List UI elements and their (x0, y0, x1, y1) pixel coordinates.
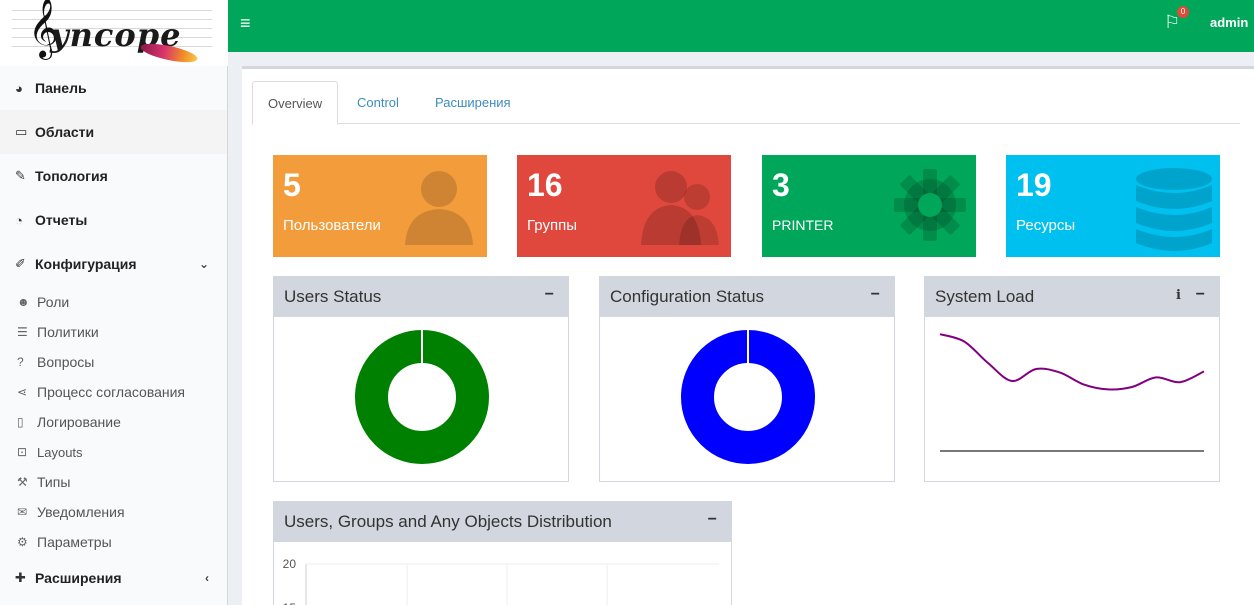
stat-label: Группы (527, 217, 577, 234)
database-icon (1136, 168, 1212, 251)
puzzle-icon: ✚ (15, 570, 26, 585)
folder-icon: ▭ (15, 124, 28, 139)
panel-title: System Load (935, 287, 1035, 306)
panel-title: Configuration Status (610, 287, 765, 306)
wrench-icon: ⚒ (17, 475, 28, 489)
stat-label: Ресурсы (1016, 217, 1076, 234)
sidebar-toggle-button[interactable]: ≡ (240, 13, 251, 34)
tab-control[interactable]: Control (342, 81, 414, 124)
file-icon: ▯ (17, 415, 24, 429)
user-menu[interactable]: admin (1210, 15, 1248, 30)
collapse-button[interactable]: − (1196, 286, 1205, 304)
sidebar-subitem-label: Процесс согласования (37, 384, 186, 400)
stat-value: 16 (527, 167, 563, 203)
sidebar-item-configuration[interactable]: ✐ Конфигурация ⌄ (0, 242, 227, 286)
sidebar-item-label: Отчеты (35, 212, 88, 228)
sidebar-item-dashboard[interactable]: ◕ Панель (0, 66, 227, 110)
sidebar-subitem-notifications[interactable]: ✉ Уведомления (0, 497, 227, 527)
users-status-panel: Users Status − (273, 276, 569, 482)
sidebar-item-reports[interactable]: ◔ Отчеты (0, 198, 227, 242)
gear-icon (894, 169, 966, 241)
stat-label: Пользователи (283, 217, 381, 234)
configuration-status-donut (681, 330, 815, 464)
sidebar-item-extensions[interactable]: ✚ Расширения ‹ (0, 556, 227, 600)
dashboard-content: Overview Control Расширения 5 Пользовате… (242, 66, 1254, 605)
sidebar-subitem-logging[interactable]: ▯ Логирование (0, 407, 227, 437)
sidebar-subitem-label: Типы (37, 474, 71, 490)
stat-value: 3 (772, 167, 790, 203)
edit-icon: ✐ (15, 256, 26, 271)
sidebar-subitem-parameters[interactable]: ⚙ Параметры (0, 527, 227, 557)
tachometer-icon: ◕ (15, 80, 23, 96)
system-load-panel: System Load i − (924, 276, 1220, 482)
syncope-logo[interactable]: 𝄞 yncope (0, 0, 228, 66)
panel-header: Configuration Status − (600, 277, 894, 317)
chevron-left-icon: ‹ (205, 571, 209, 585)
collapse-button[interactable]: − (871, 286, 880, 304)
y-tick-label: 15 (283, 601, 297, 605)
y-tick-label: 20 (283, 557, 297, 571)
sidebar-subitem-approval[interactable]: ⋖ Процесс согласования (0, 377, 227, 407)
sidebar-item-label: Топология (35, 168, 108, 184)
sidebar-item-label: Области (35, 124, 95, 140)
users-icon (641, 171, 719, 245)
tab-bar: Overview Control Расширения (252, 81, 1240, 125)
stat-value: 19 (1016, 167, 1052, 203)
sidebar-item-topology[interactable]: ✎ Топология (0, 154, 227, 198)
envelope-icon: ✉ (17, 505, 28, 519)
groups-stat-box[interactable]: 16 Группы (517, 155, 731, 257)
configuration-status-panel: Configuration Status − (599, 276, 895, 482)
sidebar-item-label: Конфигурация (35, 256, 137, 272)
sidebar-subitem-questions[interactable]: ? Вопросы (0, 347, 227, 377)
user-icon (405, 171, 473, 245)
distribution-panel: Users, Groups and Any Objects Distributi… (273, 501, 732, 605)
info-button[interactable]: i (1176, 288, 1181, 303)
panel-title: Users, Groups and Any Objects Distributi… (284, 512, 612, 531)
sidebar-subitem-policies[interactable]: ☰ Политики (0, 317, 227, 347)
layout-icon: ⊡ (17, 445, 28, 459)
panel-title: Users Status (284, 287, 382, 306)
sidebar-item-realms[interactable]: ▭ Области (0, 110, 227, 154)
question-icon: ? (17, 355, 24, 369)
users-status-donut (355, 330, 489, 464)
resources-stat-box[interactable]: 19 Ресурсы (1006, 155, 1220, 257)
stat-label: PRINTER (772, 217, 834, 233)
panel-header: System Load i − (925, 277, 1219, 317)
users-icon: ☻ (17, 295, 30, 309)
panel-header: Users, Groups and Any Objects Distributi… (274, 502, 731, 542)
chevron-down-icon: ⌄ (198, 257, 209, 271)
sidebar-subitem-label: Вопросы (37, 354, 95, 370)
system-load-chart (939, 333, 1205, 452)
tab-extensions[interactable]: Расширения (420, 81, 526, 124)
printer-stat-box[interactable]: 3 PRINTER (762, 155, 976, 257)
panel-header: Users Status − (274, 277, 568, 317)
sidebar-item-label: Панель (35, 80, 87, 96)
stat-value: 5 (283, 167, 301, 203)
sidebar-subitem-layouts[interactable]: ⊡ Layouts (0, 437, 227, 467)
pie-chart-icon: ◔ (15, 212, 23, 228)
notification-count-badge: 0 (1177, 6, 1189, 18)
sidebar-subitem-roles[interactable]: ☻ Роли (0, 287, 227, 317)
share-icon: ⋖ (17, 385, 28, 399)
sidebar-subitem-label: Роли (37, 294, 70, 310)
tab-overview[interactable]: Overview (252, 81, 339, 125)
cog-icon: ⚙ (17, 535, 28, 549)
distribution-chart: 2015 (283, 557, 719, 605)
list-icon: ☰ (17, 325, 28, 339)
sidebar-item-label: Расширения (35, 570, 122, 586)
sidebar-subitem-label: Политики (37, 324, 99, 340)
sidebar: ◕ Панель ▭ Области ✎ Топология ◔ Отчеты … (0, 52, 228, 605)
sidebar-subitem-label: Уведомления (37, 504, 125, 520)
sidebar-subitem-types[interactable]: ⚒ Типы (0, 467, 227, 497)
users-stat-box[interactable]: 5 Пользователи (273, 155, 487, 257)
system-load-line (939, 333, 1205, 391)
sidebar-subitem-label: Layouts (37, 444, 83, 460)
sidebar-subitem-label: Логирование (37, 414, 121, 430)
collapse-button[interactable]: − (545, 286, 554, 304)
collapse-button[interactable]: − (708, 511, 717, 529)
sidebar-subitem-label: Параметры (37, 534, 112, 550)
magic-icon: ✎ (15, 168, 26, 183)
